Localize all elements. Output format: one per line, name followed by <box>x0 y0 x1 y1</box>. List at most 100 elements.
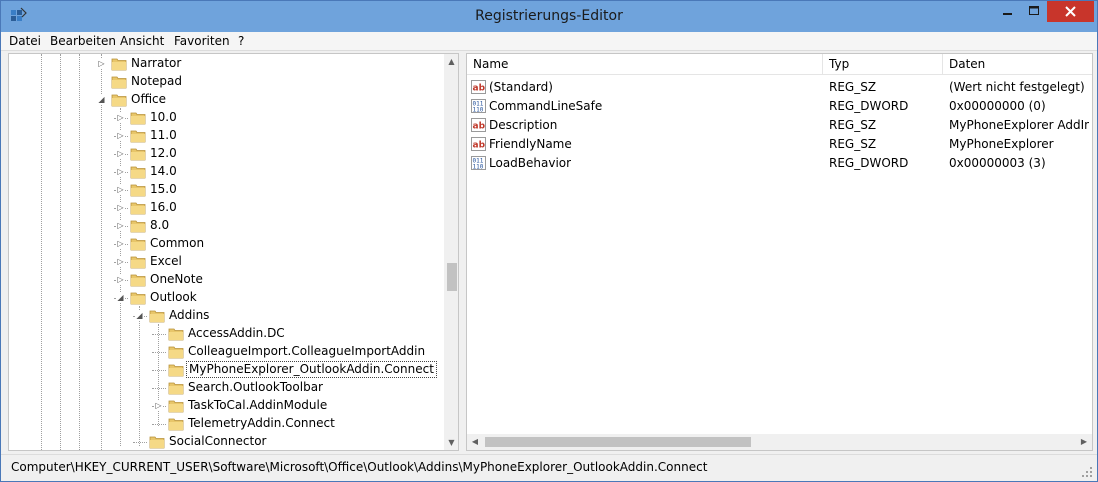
minimize-icon <box>1003 13 1012 15</box>
value-name: (Standard) <box>489 80 553 94</box>
close-icon <box>1065 6 1076 17</box>
folder-icon <box>130 290 146 305</box>
scroll-left-icon[interactable]: ◀ <box>467 434 483 450</box>
expand-arrow-icon[interactable]: ▷ <box>116 149 125 158</box>
tree-item-label: SocialConnector <box>169 434 267 448</box>
value-data: 0x00000003 (3) <box>949 156 1046 170</box>
folder-icon <box>149 434 165 449</box>
collapse-arrow-icon[interactable]: ◢ <box>97 95 106 104</box>
folder-icon <box>168 380 184 395</box>
menu-favoriten[interactable]: Favoriten <box>174 34 230 48</box>
maximize-icon <box>1029 6 1039 15</box>
tree-item-label: TaskToCal.AddinModule <box>188 398 328 412</box>
tree-vertical-scrollbar[interactable]: ▲ ▼ <box>444 54 458 450</box>
tree-item-label: Notepad <box>131 74 182 88</box>
menu-help[interactable]: ? <box>238 34 244 48</box>
tree-item-label: Outlook <box>150 290 197 304</box>
expand-arrow-icon[interactable]: ▷ <box>116 167 125 176</box>
scroll-right-icon[interactable]: ▶ <box>1076 434 1092 450</box>
tree-guide-line <box>152 388 166 389</box>
expand-arrow-icon[interactable]: ▷ <box>154 401 163 410</box>
value-name: FriendlyName <box>489 137 572 151</box>
value-data: (Wert nicht festgelegt) <box>949 80 1085 94</box>
expand-arrow-icon[interactable]: ▷ <box>116 131 125 140</box>
value-row[interactable]: 011 110 LoadBehavior REG_DWORD 0x00000003 (3… <box>467 154 1092 173</box>
tree-item-label: Search.OutlookToolbar <box>188 380 323 394</box>
menu-datei[interactable]: Datei <box>9 34 41 48</box>
svg-text:ab: ab <box>473 122 486 132</box>
folder-icon <box>168 326 184 341</box>
value-data: MyPhoneExplorer AddIn <box>949 118 1089 132</box>
value-list[interactable]: Name Typ Daten ab (Standard) REG_SZ (Wert n… <box>466 53 1093 451</box>
column-header-type[interactable]: Typ <box>823 54 943 75</box>
registry-editor-window: Registrierungs-Editor Datei Bearbeiten A… <box>0 0 1098 482</box>
string-value-icon: ab <box>471 80 486 94</box>
menu-bearbeiten[interactable]: Bearbeiten <box>50 34 116 48</box>
close-button[interactable] <box>1047 1 1094 22</box>
value-row[interactable]: ab (Standard) REG_SZ (Wert nicht festgelegt… <box>467 78 1092 97</box>
tree-guide-line <box>41 54 42 450</box>
tree-item-label: 12.0 <box>150 146 177 160</box>
expand-arrow-icon[interactable]: ▷ <box>116 239 125 248</box>
folder-icon <box>130 254 146 269</box>
status-bar: Computer\HKEY_CURRENT_USER\Software\Micr… <box>1 454 1097 481</box>
value-type: REG_SZ <box>829 137 877 151</box>
tree-item-label: 11.0 <box>150 128 177 142</box>
tree-item-label: 8.0 <box>150 218 170 232</box>
value-list-header: Name Typ Daten <box>467 54 1092 75</box>
expand-arrow-icon[interactable]: ▷ <box>116 113 125 122</box>
scroll-down-icon[interactable]: ▼ <box>444 435 458 450</box>
resize-grip-icon[interactable] <box>1081 466 1093 478</box>
value-row[interactable]: ab FriendlyName REG_SZ MyPhoneExplorer <box>467 135 1092 154</box>
tree-guide-line <box>158 324 159 426</box>
expand-arrow-icon[interactable]: ▷ <box>116 185 125 194</box>
tree-scroll-thumb[interactable] <box>447 263 457 291</box>
expand-arrow-icon[interactable]: ▷ <box>116 257 125 266</box>
collapse-arrow-icon[interactable]: ◢ <box>135 311 144 320</box>
column-header-name[interactable]: Name <box>467 54 823 75</box>
tree-guide-line <box>152 424 166 425</box>
column-header-data[interactable]: Daten <box>943 54 1092 75</box>
value-name: LoadBehavior <box>489 156 572 170</box>
value-data: MyPhoneExplorer <box>949 137 1054 151</box>
svg-text:110: 110 <box>473 107 484 114</box>
value-type: REG_DWORD <box>829 156 909 170</box>
value-row[interactable]: ab Description REG_SZ MyPhoneExplorer AddIn <box>467 116 1092 135</box>
menu-bar: Datei Bearbeiten Ansicht Favoriten ? <box>1 32 1097 51</box>
string-value-icon: ab <box>471 137 486 151</box>
value-name: Description <box>489 118 558 132</box>
tree-item-label: 14.0 <box>150 164 177 178</box>
window-title: Registrierungs-Editor <box>475 8 623 24</box>
value-row[interactable]: 011 110 CommandLineSafe REG_DWORD 0x00000000… <box>467 97 1092 116</box>
maximize-button[interactable] <box>1021 1 1047 22</box>
tree-item-label: Common <box>150 236 205 250</box>
scroll-up-icon[interactable]: ▲ <box>444 54 458 69</box>
title-bar[interactable]: Registrierungs-Editor <box>1 1 1097 32</box>
value-type: REG_DWORD <box>829 99 909 113</box>
folder-icon <box>130 164 146 179</box>
value-data: 0x00000000 (0) <box>949 99 1046 113</box>
expand-arrow-icon[interactable]: ▷ <box>116 203 125 212</box>
menu-ansicht[interactable]: Ansicht <box>120 34 164 48</box>
folder-icon <box>168 344 184 359</box>
expand-arrow-icon[interactable]: ▷ <box>116 275 125 284</box>
expand-arrow-icon[interactable]: ▷ <box>97 59 106 68</box>
tree-guide-line <box>139 306 140 446</box>
folder-icon <box>130 218 146 233</box>
expand-arrow-icon[interactable]: ▷ <box>116 221 125 230</box>
folder-icon <box>168 362 184 377</box>
value-list-scroll-thumb[interactable] <box>485 437 751 447</box>
tree-item-label: Addins <box>169 308 210 322</box>
key-tree[interactable]: ▷ Narrator Notepad ◢ Office ▷ 10.0 ▷ 11.0 ▷ 12.0 ▷ 1… <box>8 53 459 451</box>
status-path: Computer\HKEY_CURRENT_USER\Software\Micr… <box>11 460 708 474</box>
tree-guide-line <box>60 54 61 450</box>
collapse-arrow-icon[interactable]: ◢ <box>116 293 125 302</box>
folder-icon <box>130 110 146 125</box>
tree-guide-line <box>133 442 147 443</box>
minimize-button[interactable] <box>994 1 1021 22</box>
value-list-horizontal-scrollbar[interactable]: ◀ ▶ <box>467 434 1092 450</box>
folder-icon <box>130 128 146 143</box>
tree-guide-line <box>79 54 80 450</box>
string-value-icon: ab <box>471 118 486 132</box>
folder-icon <box>130 272 146 287</box>
